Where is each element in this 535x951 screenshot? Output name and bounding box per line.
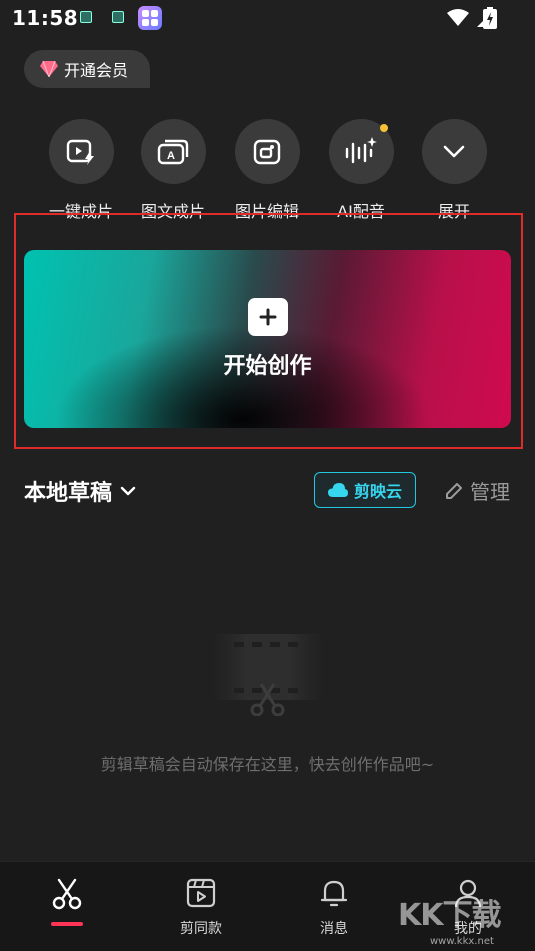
chevron-down-icon bbox=[443, 145, 465, 157]
notification-icon bbox=[80, 11, 92, 23]
status-bar: 11:58 bbox=[0, 0, 535, 36]
nav-edit[interactable] bbox=[22, 878, 112, 926]
manage-button[interactable]: 管理 bbox=[444, 476, 510, 505]
tool-ai-voice[interactable]: AI配音 bbox=[321, 119, 401, 222]
empty-drafts-icon bbox=[212, 634, 324, 716]
vip-label: 开通会员 bbox=[64, 61, 129, 80]
app-notification-icon bbox=[138, 6, 162, 30]
local-drafts-title: 本地草稿 bbox=[24, 481, 113, 506]
ai-voice-icon bbox=[345, 136, 377, 163]
cloud-storage-button[interactable]: 剪映云 bbox=[314, 472, 416, 508]
tool-auto-video[interactable]: 一键成片 bbox=[41, 119, 121, 222]
template-icon bbox=[186, 878, 216, 908]
local-drafts-dropdown[interactable]: 本地草稿 bbox=[24, 475, 136, 507]
notification-icon bbox=[112, 11, 124, 23]
chevron-down-icon bbox=[120, 486, 136, 496]
tool-image-edit[interactable]: 图片编辑 bbox=[227, 119, 307, 222]
watermark-url: www.kkx.net bbox=[430, 936, 494, 947]
tool-expand[interactable]: 展开 bbox=[414, 119, 494, 222]
watermark-logo: KK下载 bbox=[398, 898, 501, 933]
cloud-icon bbox=[327, 483, 348, 497]
svg-text:A: A bbox=[167, 150, 175, 162]
nav-active-indicator bbox=[51, 922, 83, 926]
start-creation-button[interactable]: 开始创作 bbox=[24, 250, 511, 428]
battery-charging-icon bbox=[483, 7, 497, 29]
plus-icon bbox=[247, 298, 288, 336]
cloud-label: 剪映云 bbox=[353, 482, 402, 501]
nav-label: 剪同款 bbox=[180, 921, 222, 937]
tool-text-to-video[interactable]: A 图文成片 bbox=[133, 119, 213, 222]
pencil-icon bbox=[446, 482, 462, 499]
image-edit-icon bbox=[253, 139, 281, 164]
auto-video-icon bbox=[66, 139, 94, 165]
vip-membership-button[interactable]: 开通会员 bbox=[24, 50, 151, 88]
bell-icon bbox=[320, 880, 348, 907]
new-badge-dot bbox=[379, 124, 388, 132]
status-time: 11:58 bbox=[12, 6, 79, 30]
empty-drafts-message: 剪辑草稿会自动保存在这里，快去创作作品吧~ bbox=[100, 755, 435, 774]
scissors-icon bbox=[52, 878, 82, 910]
nav-messages[interactable]: 消息 bbox=[289, 878, 379, 938]
diamond-icon bbox=[40, 61, 58, 77]
nav-templates[interactable]: 剪同款 bbox=[156, 878, 246, 938]
nav-label: 消息 bbox=[320, 921, 348, 937]
start-creation-label: 开始创作 bbox=[223, 354, 312, 379]
manage-label: 管理 bbox=[470, 480, 510, 504]
text-to-video-icon: A bbox=[157, 139, 189, 164]
wifi-icon bbox=[447, 9, 469, 26]
